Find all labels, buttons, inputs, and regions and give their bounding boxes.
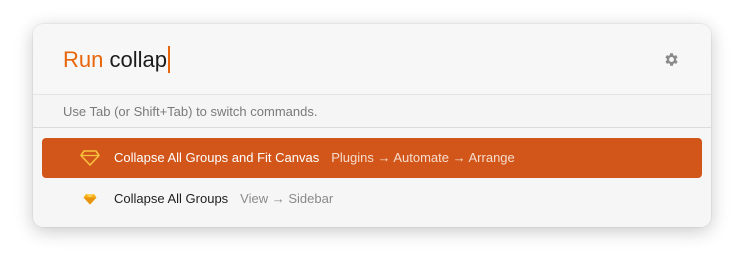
hint-row: Use Tab (or Shift+Tab) to switch command…	[33, 94, 711, 128]
result-title: Collapse All Groups and Fit Canvas	[114, 150, 320, 165]
search-row: Run collap	[33, 24, 711, 94]
sketch-diamond-icon	[83, 194, 97, 205]
result-title: Collapse All Groups	[114, 191, 229, 206]
sketch-diamond-icon	[80, 150, 100, 166]
gear-icon[interactable]	[663, 51, 680, 68]
command-prefix: Run	[63, 47, 104, 72]
result-item[interactable]: Collapse All Groups View → Sidebar	[42, 179, 702, 219]
result-label: Collapse All Groups View → Sidebar	[114, 191, 333, 207]
results-list: Collapse All Groups and Fit Canvas Plugin…	[33, 128, 711, 227]
hint-text: Use Tab (or Shift+Tab) to switch command…	[63, 104, 318, 119]
result-path: Plugins → Automate → Arrange	[331, 150, 515, 165]
result-label: Collapse All Groups and Fit Canvas Plugin…	[114, 150, 515, 166]
result-item-selected[interactable]: Collapse All Groups and Fit Canvas Plugin…	[42, 138, 702, 178]
search-input[interactable]: Run collap	[63, 46, 170, 74]
search-query: collap	[109, 47, 167, 72]
command-palette: Run collap Use Tab (or Shift+Tab) to swi…	[33, 24, 711, 227]
result-path: View → Sidebar	[240, 191, 334, 206]
text-caret	[167, 46, 170, 73]
